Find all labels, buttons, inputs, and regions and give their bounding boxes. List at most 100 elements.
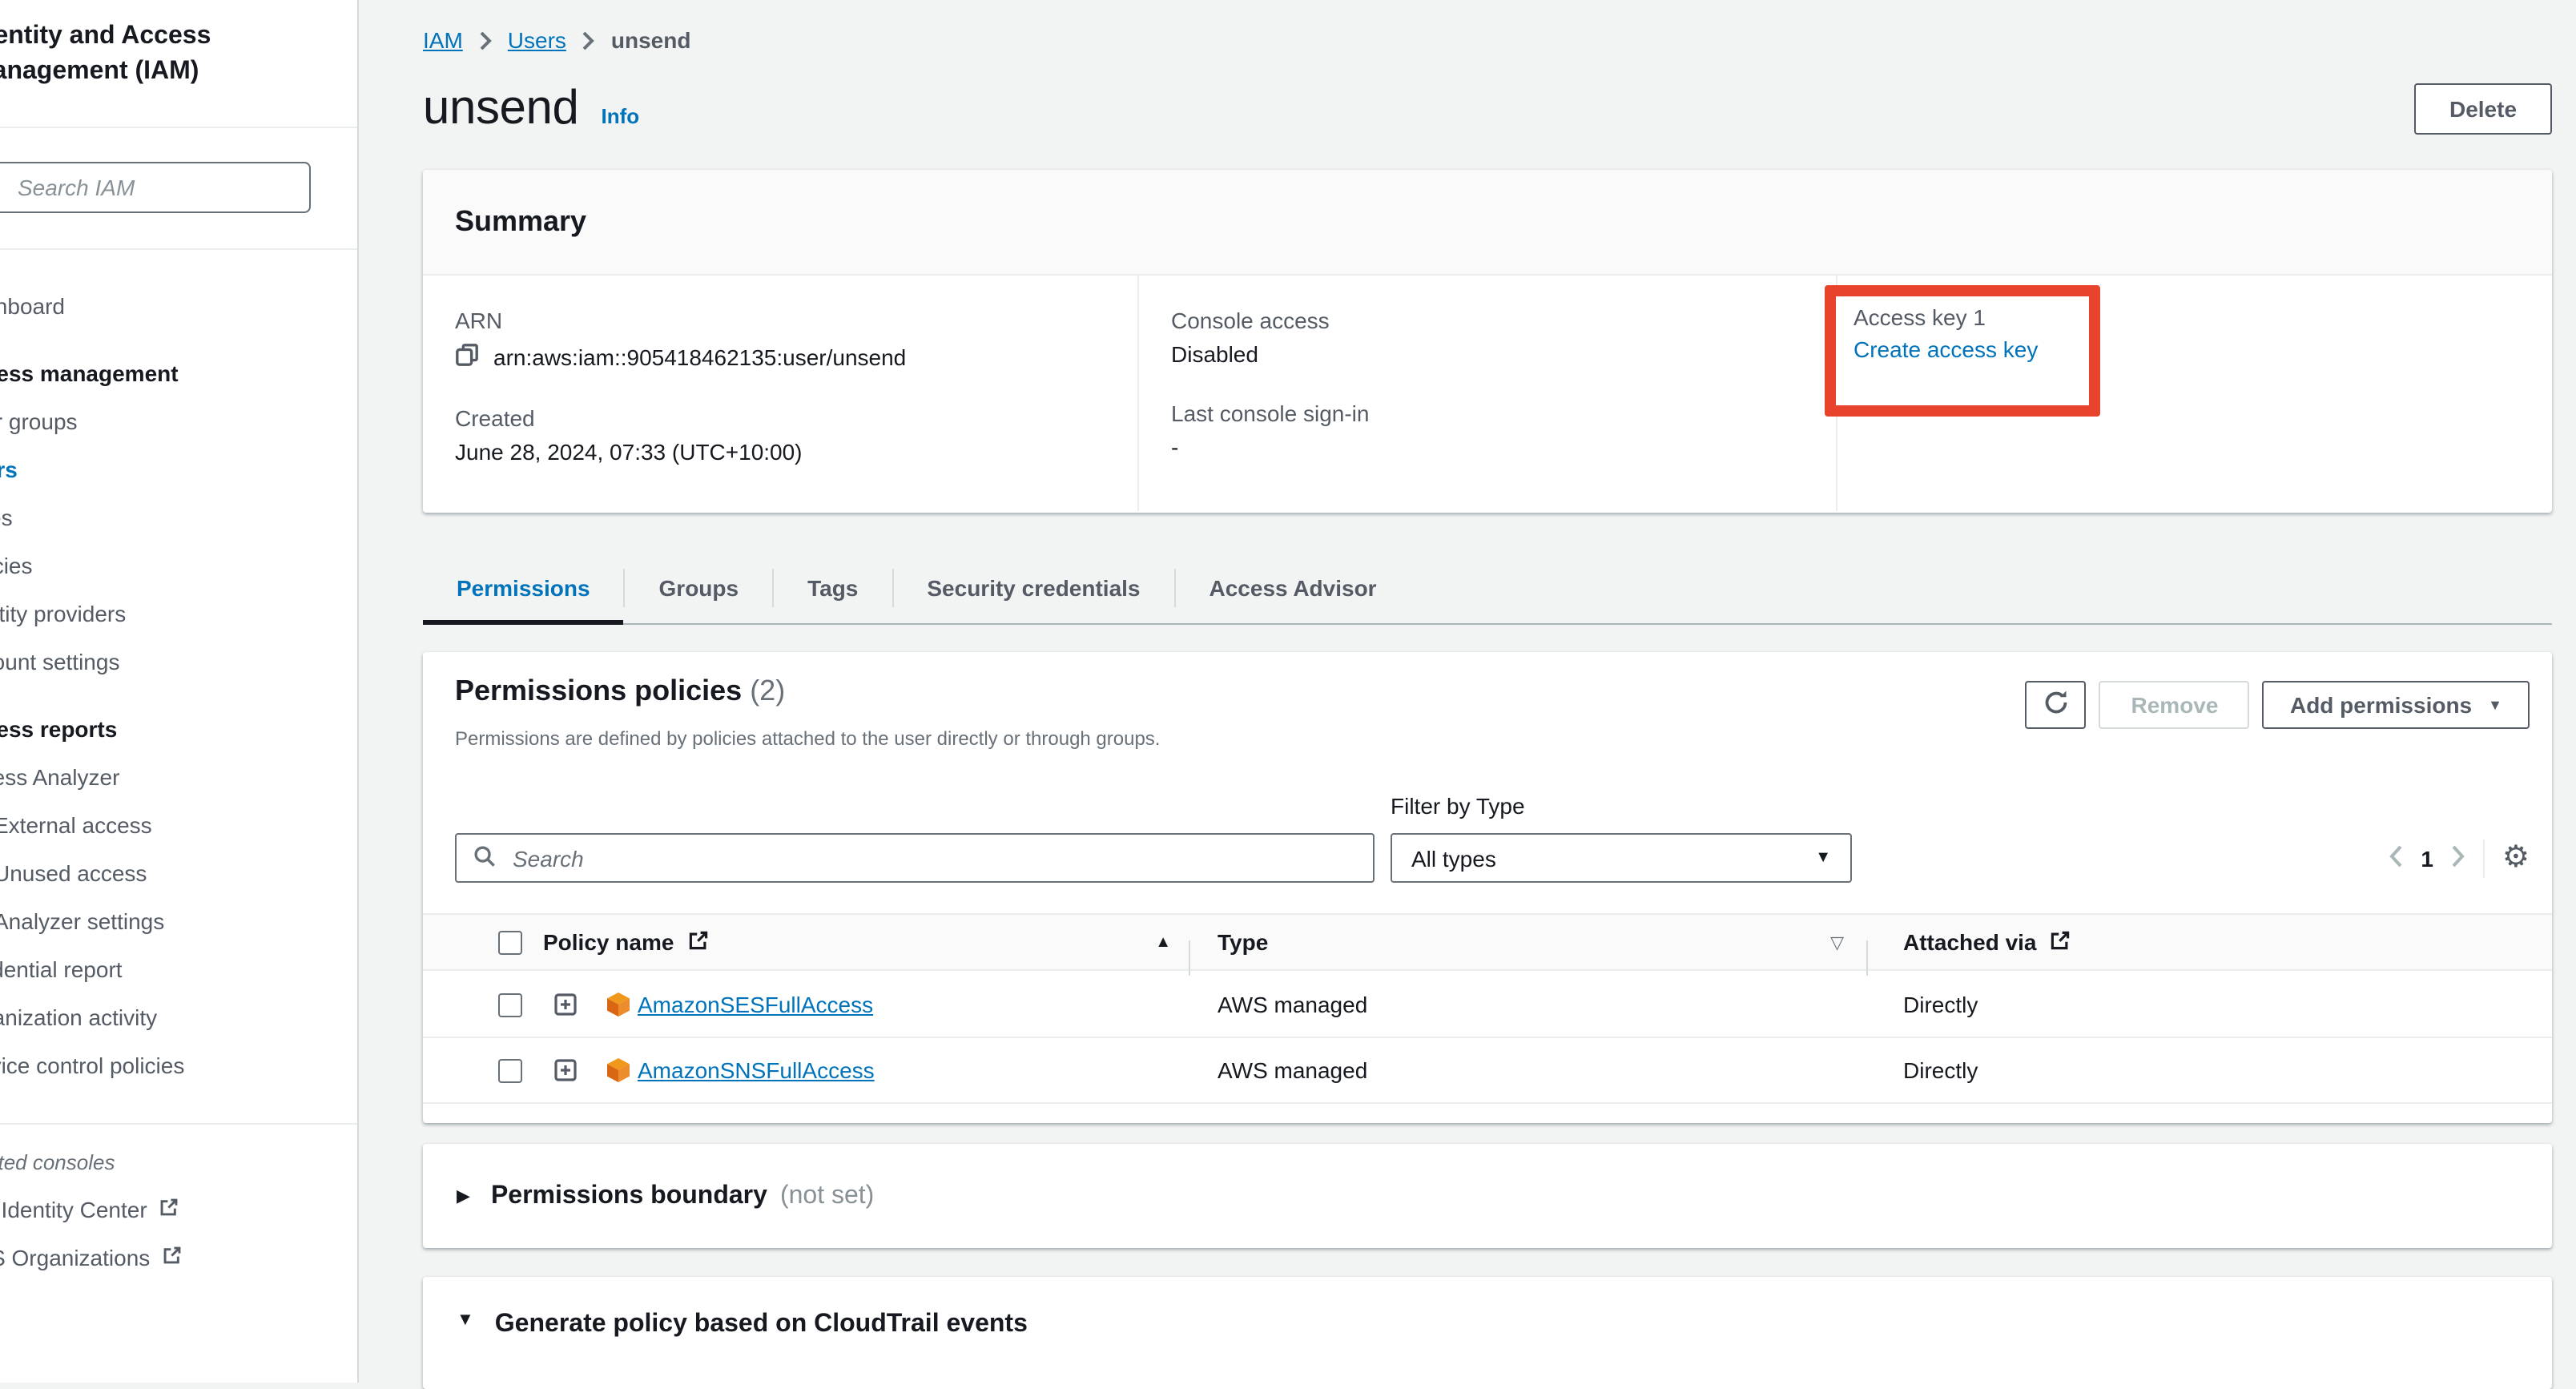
page-number[interactable]: 1	[2421, 845, 2433, 871]
external-link-icon	[2050, 928, 2072, 956]
arn-label: ARN	[455, 308, 1137, 333]
caret-down-icon: ▼	[2488, 698, 2502, 712]
sidebar-item-external-access[interactable]: External access	[0, 801, 359, 849]
breadcrumb-link-users[interactable]: Users	[508, 27, 566, 53]
sort-ascending-icon[interactable]: ▲	[1155, 933, 1171, 951]
console-access-value: Disabled	[1171, 341, 1836, 367]
sidebar-nav: Dashboard Access management User groups …	[0, 282, 359, 1282]
sidebar-item-policies[interactable]: Policies	[0, 542, 359, 590]
remove-button[interactable]: Remove	[2099, 681, 2250, 729]
tab-label: Groups	[659, 574, 739, 600]
tab-bar: Permissions Groups Tags Security credent…	[423, 551, 2552, 625]
gear-icon[interactable]: ⚙	[2502, 843, 2530, 873]
last-signin-label: Last console sign-in	[1171, 401, 1836, 426]
sidebar-item-credential-report[interactable]: Credential report	[0, 945, 359, 993]
policy-link[interactable]: AmazonSNSFullAccess	[638, 1057, 875, 1083]
external-link-icon	[159, 1197, 179, 1222]
access-key-label: Access key 1	[1854, 304, 2089, 330]
expand-policy-icon[interactable]	[553, 1057, 578, 1083]
add-permissions-button[interactable]: Add permissions ▼	[2263, 681, 2530, 729]
tab-label: Tags	[807, 574, 858, 600]
create-access-key-link[interactable]: Create access key	[1854, 336, 2089, 362]
select-all-checkbox[interactable]	[498, 930, 522, 954]
policy-link[interactable]: AmazonSESFullAccess	[638, 992, 873, 1017]
tab-permissions[interactable]: Permissions	[423, 551, 624, 623]
permissions-boundary-section[interactable]: ▶ Permissions boundary (not set)	[423, 1144, 2552, 1248]
row-checkbox[interactable]	[498, 992, 522, 1017]
external-link-icon	[686, 928, 709, 956]
tab-security-credentials[interactable]: Security credentials	[893, 551, 1173, 623]
pagination: 1 ⚙	[2389, 833, 2530, 883]
policy-attached-via: Directly	[1866, 992, 1978, 1017]
copy-icon[interactable]	[455, 343, 479, 372]
sidebar-item-analyzer-settings[interactable]: Analyzer settings	[0, 897, 359, 945]
external-link-icon	[161, 1245, 182, 1270]
row-checkbox[interactable]	[498, 1058, 522, 1082]
breadcrumb-current: unsend	[611, 27, 691, 53]
expand-down-icon: ▼	[457, 1310, 474, 1330]
next-page-icon[interactable]	[2451, 843, 2465, 872]
sidebar-related-consoles-heading: Related consoles	[0, 1137, 359, 1186]
sidebar-search-input[interactable]	[0, 162, 311, 213]
type-filter-value: All types	[1411, 845, 1496, 871]
sidebar-item-roles[interactable]: Roles	[0, 493, 359, 542]
sidebar: Identity and Access Management (IAM) Das…	[0, 0, 359, 1383]
permissions-policies-count: (2)	[750, 674, 785, 707]
sidebar-item-identity-providers[interactable]: Identity providers	[0, 590, 359, 638]
sidebar-item-users[interactable]: Users	[0, 445, 359, 493]
policy-type: AWS managed	[1189, 1057, 1367, 1083]
previous-page-icon[interactable]	[2389, 843, 2403, 872]
sidebar-section-access-reports: Access reports	[0, 705, 359, 753]
breadcrumb-link-iam[interactable]: IAM	[423, 27, 463, 53]
sidebar-item-label: AWS Organizations	[0, 1245, 150, 1270]
column-header-attached-via[interactable]: Attached via	[1903, 929, 2037, 955]
sidebar-divider	[0, 1123, 359, 1125]
annotation-highlight-box: Access key 1 Create access key	[1825, 285, 2100, 417]
add-permissions-label: Add permissions	[2290, 692, 2472, 718]
expand-right-icon: ▶	[457, 1186, 470, 1206]
permissions-boundary-status: (not set)	[780, 1182, 874, 1210]
sidebar-item-aws-organizations[interactable]: AWS Organizations	[0, 1234, 359, 1282]
info-link[interactable]: Info	[601, 103, 639, 127]
column-header-type[interactable]: Type	[1218, 929, 1268, 955]
filter-icon[interactable]: ▽	[1830, 932, 1844, 952]
summary-col-console: Console access Disabled Last console sig…	[1137, 276, 1836, 511]
breadcrumb: IAM Users unsend	[423, 0, 2552, 53]
sidebar-item-iam-identity-center[interactable]: IAM Identity Center	[0, 1186, 359, 1234]
tab-access-advisor[interactable]: Access Advisor	[1176, 551, 1411, 623]
column-divider	[1189, 940, 1190, 976]
chevron-right-icon	[582, 30, 595, 50]
sidebar-item-organization-activity[interactable]: Organization activity	[0, 993, 359, 1041]
generate-policy-title: Generate policy based on CloudTrail even…	[495, 1310, 1028, 1339]
delete-button[interactable]: Delete	[2414, 83, 2552, 135]
console-access-label: Console access	[1171, 308, 1836, 333]
refresh-button[interactable]	[2026, 681, 2087, 729]
generate-policy-section[interactable]: ▼ Generate policy based on CloudTrail ev…	[423, 1277, 2552, 1389]
summary-title: Summary	[423, 170, 2552, 276]
chevron-right-icon	[479, 30, 492, 50]
refresh-icon	[2043, 689, 2070, 721]
sidebar-divider	[0, 127, 359, 128]
permissions-policies-title: Permissions policies (2)	[455, 674, 785, 708]
sidebar-item-service-control-policies[interactable]: Service control policies	[0, 1041, 359, 1089]
sidebar-item-user-groups[interactable]: User groups	[0, 397, 359, 445]
search-icon	[473, 843, 497, 872]
iam-user-detail-page: Identity and Access Management (IAM) Das…	[0, 0, 2576, 1383]
sidebar-item-access-analyzer[interactable]: Access Analyzer	[0, 753, 359, 801]
type-filter-select[interactable]: All types ▼	[1391, 833, 1852, 883]
arn-value: arn:aws:iam::905418462135:user/unsend	[493, 344, 906, 370]
tab-tags[interactable]: Tags	[774, 551, 892, 623]
expand-policy-icon[interactable]	[553, 992, 578, 1017]
sidebar-item-account-settings[interactable]: Account settings	[0, 638, 359, 686]
column-header-policy-name[interactable]: Policy name	[543, 929, 674, 955]
permissions-policies-card: Permissions policies (2) Permissions are…	[423, 652, 2552, 1123]
tab-groups[interactable]: Groups	[626, 551, 773, 623]
policy-attached-via: Directly	[1866, 1057, 1978, 1083]
sidebar-item-dashboard[interactable]: Dashboard	[0, 282, 359, 330]
sidebar-item-unused-access[interactable]: Unused access	[0, 849, 359, 897]
permissions-policies-title-text: Permissions policies	[455, 674, 742, 707]
sidebar-divider	[0, 248, 359, 250]
summary-col-arn: ARN arn:aws:iam::905418462135:user/unsen…	[423, 276, 1137, 511]
policy-search-input[interactable]	[509, 843, 1357, 872]
caret-down-icon: ▼	[1815, 850, 1831, 866]
